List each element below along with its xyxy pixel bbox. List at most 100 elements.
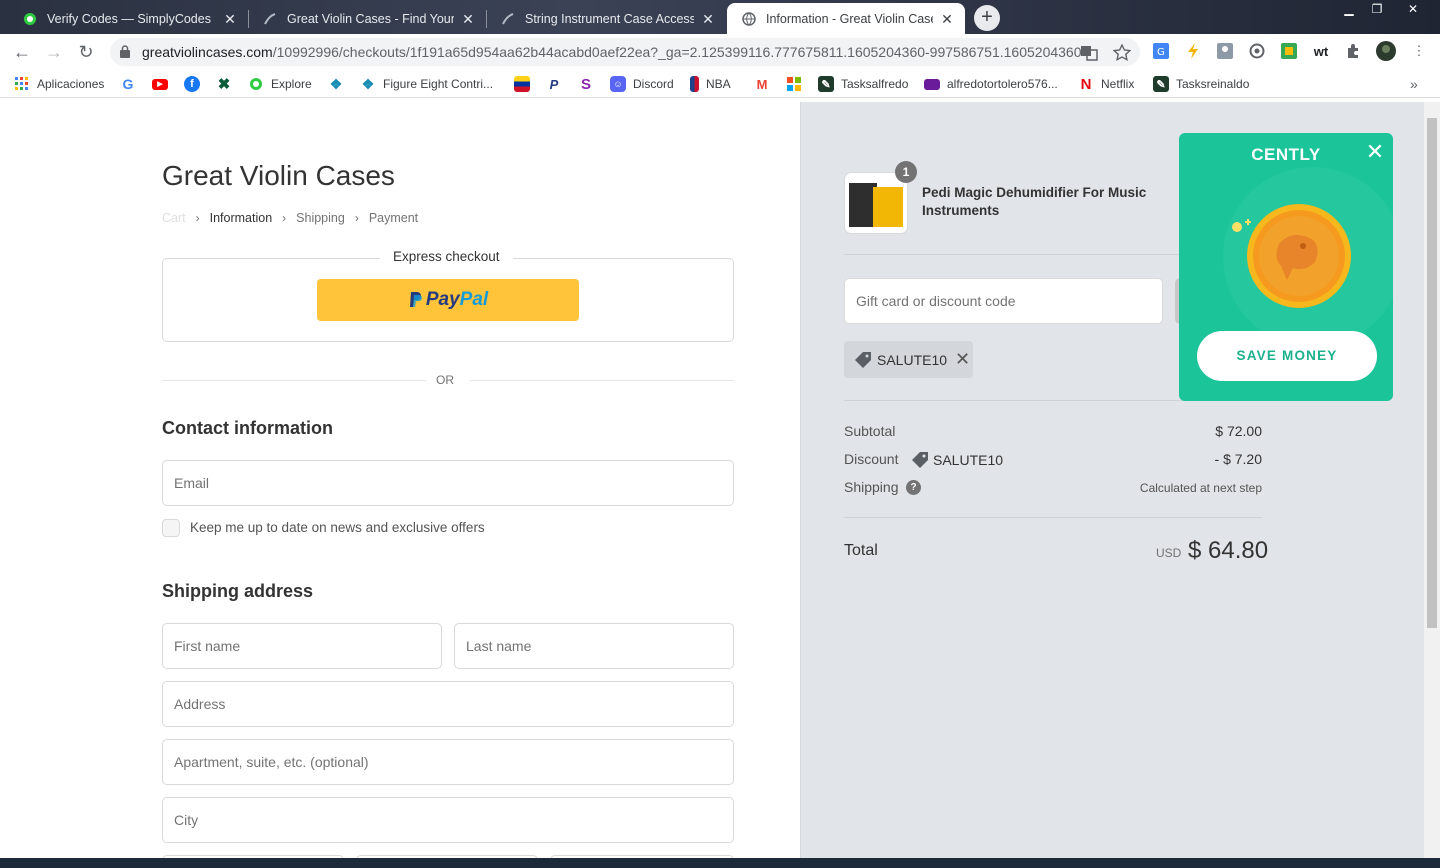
shipping-value: Calculated at next step — [1139, 481, 1262, 495]
bookmark-figure-eight[interactable]: ❖ Figure Eight Contri... — [360, 75, 493, 93]
violin-favicon-icon — [262, 11, 278, 27]
bookmark-netflix[interactable]: N Netflix — [1078, 75, 1135, 93]
breadcrumb-cart[interactable]: Cart — [162, 211, 186, 225]
lightning-ext-icon[interactable] — [1184, 42, 1202, 60]
image-ext-icon[interactable] — [1216, 42, 1234, 60]
x-logo-icon: ✖ — [217, 76, 231, 93]
save-money-button[interactable]: SAVE MONEY — [1197, 331, 1377, 381]
discount-code-text: SALUTE10 — [933, 452, 1004, 468]
bookmark-diamond[interactable]: ❖ — [328, 75, 351, 93]
bookmark-tasksalfredo[interactable]: ✎ Tasksalfredo — [818, 75, 908, 93]
browser-toolbar: ← → ↻ greatviolincases.com/10992996/chec… — [0, 34, 1440, 70]
remove-discount-icon[interactable]: ✕ — [955, 349, 970, 370]
first-name-field[interactable]: First name — [162, 623, 442, 669]
bookmark-x[interactable]: ✖ — [216, 75, 239, 93]
address-bar[interactable]: greatviolincases.com/10992996/checkouts/… — [110, 38, 1140, 66]
globe-favicon-icon — [741, 11, 757, 27]
address-field[interactable]: Address — [162, 681, 734, 727]
newsletter-checkbox[interactable] — [162, 519, 180, 537]
translate-icon[interactable] — [1080, 44, 1098, 62]
bookmark-apps[interactable]: Aplicaciones — [14, 75, 104, 93]
tag-icon — [912, 452, 928, 468]
tab-string-instrument[interactable]: String Instrument Case Accessori ✕ — [486, 3, 726, 34]
shop-title[interactable]: Great Violin Cases — [162, 160, 395, 192]
chrome-menu-icon[interactable]: ⋮ — [1410, 42, 1428, 60]
tab-title: Great Violin Cases - Find Your Pe — [287, 11, 454, 26]
paypal-button[interactable]: Pay Pal — [317, 279, 579, 321]
or-text: OR — [436, 373, 454, 387]
scrollbar-thumb[interactable] — [1427, 118, 1437, 628]
bookmark-paypal[interactable]: P — [546, 75, 569, 93]
profile-avatar[interactable] — [1376, 41, 1396, 61]
minimize-icon[interactable]: ▁ — [1334, 0, 1364, 18]
close-icon[interactable]: ✕ — [1364, 141, 1386, 163]
window-close-icon[interactable]: ✕ — [1398, 0, 1428, 18]
circle-ext-icon[interactable] — [1248, 42, 1266, 60]
back-arrow-icon[interactable]: ← — [10, 40, 34, 64]
bookmark-star-icon[interactable] — [1113, 44, 1131, 62]
bookmark-alfredo-email[interactable]: alfredotortolero576... — [924, 75, 1058, 93]
reload-icon[interactable]: ↻ — [74, 40, 98, 64]
newsletter-label[interactable]: Keep me up to date on news and exclusive… — [190, 520, 485, 535]
paypal-logo-icon — [409, 292, 422, 307]
bookmark-label: Tasksreinaldo — [1176, 77, 1250, 91]
applied-code-text: SALUTE10 — [877, 351, 948, 368]
bookmark-label: Discord — [633, 77, 674, 91]
bookmark-s[interactable]: S — [578, 75, 601, 93]
breadcrumb: Cart › Information › Shipping › Payment — [162, 211, 428, 225]
extensions-puzzle-icon[interactable] — [1344, 42, 1362, 60]
diamond-icon: ❖ — [329, 75, 343, 92]
bookmark-microsoft[interactable] — [786, 75, 809, 93]
bookmark-explore[interactable]: Explore — [248, 75, 312, 93]
city-field[interactable]: City — [162, 797, 734, 843]
chevron-right-icon: › — [195, 211, 200, 225]
apartment-placeholder: Apartment, suite, etc. (optional) — [174, 754, 369, 770]
os-taskbar — [0, 858, 1440, 868]
new-tab-button[interactable]: + — [974, 5, 1000, 31]
youtube-icon: ▶ — [152, 78, 168, 90]
close-tab-icon[interactable]: ✕ — [700, 11, 716, 27]
express-checkout-label: Express checkout — [380, 249, 513, 264]
first-name-placeholder: First name — [174, 638, 241, 654]
bookmark-facebook[interactable]: f — [184, 75, 207, 93]
bookmark-label: Explore — [271, 77, 312, 91]
bookmark-label: alfredotortolero576... — [947, 77, 1058, 91]
green-ext-icon[interactable] — [1280, 42, 1298, 60]
svg-text:G: G — [1157, 47, 1165, 58]
close-tab-icon[interactable]: ✕ — [939, 11, 955, 27]
microsoft-icon — [786, 76, 802, 92]
shipping-address-title: Shipping address — [162, 581, 314, 601]
email-placeholder: Email — [174, 475, 210, 491]
help-question-icon[interactable]: ? — [906, 480, 921, 495]
bookmark-nba[interactable]: NBA — [690, 75, 731, 93]
bookmark-google[interactable]: G — [120, 75, 143, 93]
discount-label: Discount — [844, 451, 899, 467]
apartment-field[interactable]: Apartment, suite, etc. (optional) — [162, 739, 734, 785]
bookmark-gmail[interactable]: M — [754, 75, 777, 93]
close-tab-icon[interactable]: ✕ — [222, 11, 238, 27]
explore-icon — [248, 76, 264, 92]
tab-great-violin-cases[interactable]: Great Violin Cases - Find Your Pe ✕ — [248, 3, 486, 34]
last-name-field[interactable]: Last name — [454, 623, 734, 669]
discount-code-input[interactable]: Gift card or discount code — [844, 278, 1163, 324]
quantity-badge: 1 — [895, 161, 917, 183]
more-bookmarks-icon[interactable]: » — [1410, 75, 1418, 93]
wt-ext-icon[interactable]: wt — [1312, 42, 1330, 60]
google-translate-ext-icon[interactable]: G — [1152, 42, 1170, 60]
tab-verify-codes[interactable]: Verify Codes — SimplyCodes ✕ — [8, 3, 248, 34]
breadcrumb-payment: Payment — [368, 211, 419, 225]
bookmark-tasksreinaldo[interactable]: ✎ Tasksreinaldo — [1153, 75, 1249, 93]
tab-information[interactable]: Information - Great Violin Cases ✕ — [727, 3, 965, 34]
bookmark-youtube[interactable]: ▶ — [152, 75, 175, 93]
page-scrollbar[interactable] — [1424, 102, 1440, 868]
bookmark-discord[interactable]: ☺ Discord — [610, 75, 674, 93]
forward-arrow-icon[interactable]: → — [42, 40, 66, 64]
bookmark-flag[interactable] — [514, 75, 537, 93]
restore-icon[interactable]: ❐ — [1362, 0, 1392, 18]
discount-code-placeholder: Gift card or discount code — [856, 293, 1016, 309]
subtotal-label: Subtotal — [844, 423, 896, 439]
or-divider-right — [470, 380, 734, 381]
email-field[interactable]: Email — [162, 460, 734, 506]
close-tab-icon[interactable]: ✕ — [460, 11, 476, 27]
bookmark-label: Tasksalfredo — [841, 77, 909, 91]
